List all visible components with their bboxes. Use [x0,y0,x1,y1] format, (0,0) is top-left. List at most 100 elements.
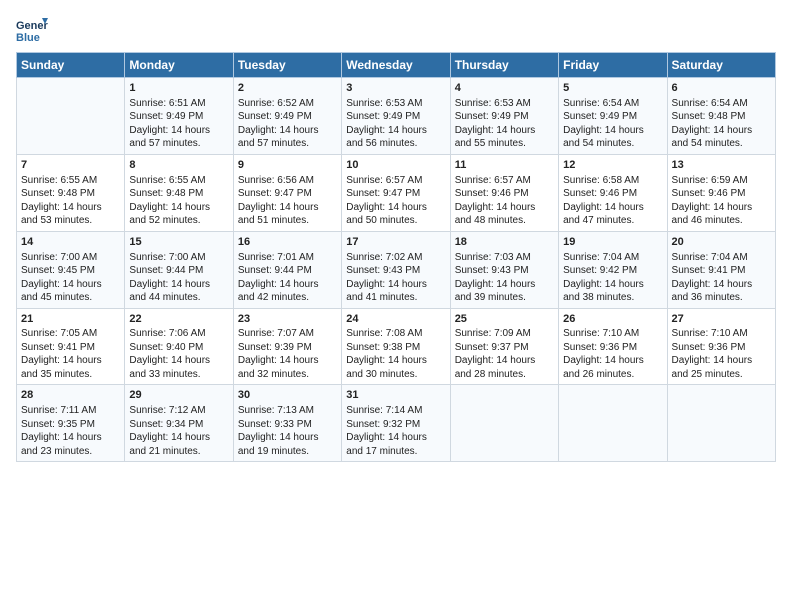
day-info-line: Sunset: 9:39 PM [238,341,337,355]
calendar-cell: 17Sunrise: 7:02 AMSunset: 9:43 PMDayligh… [342,231,450,308]
day-number: 26 [563,312,662,327]
day-info-line: Sunset: 9:41 PM [672,264,771,278]
day-info-line: Sunset: 9:44 PM [238,264,337,278]
calendar-cell: 27Sunrise: 7:10 AMSunset: 9:36 PMDayligh… [667,308,775,385]
day-info-line: Sunset: 9:48 PM [129,187,228,201]
day-number: 25 [455,312,554,327]
calendar-cell: 15Sunrise: 7:00 AMSunset: 9:44 PMDayligh… [125,231,233,308]
day-info-line: and 35 minutes. [21,368,120,382]
day-number: 24 [346,312,445,327]
day-info-line: Sunset: 9:41 PM [21,341,120,355]
calendar-cell: 30Sunrise: 7:13 AMSunset: 9:33 PMDayligh… [233,385,341,462]
day-info-line: Daylight: 14 hours [672,201,771,215]
day-info-line: Sunset: 9:37 PM [455,341,554,355]
day-info-line: Sunset: 9:32 PM [346,418,445,432]
header-cell-wednesday: Wednesday [342,53,450,78]
day-info-line: Sunrise: 6:54 AM [563,97,662,111]
day-info-line: Sunset: 9:49 PM [129,110,228,124]
day-info-line: Daylight: 14 hours [563,124,662,138]
logo-svg: General Blue [16,16,48,48]
day-number: 3 [346,81,445,96]
calendar-cell: 12Sunrise: 6:58 AMSunset: 9:46 PMDayligh… [559,154,667,231]
day-info-line: Sunrise: 6:53 AM [455,97,554,111]
day-info-line: and 32 minutes. [238,368,337,382]
day-info-line: Daylight: 14 hours [21,278,120,292]
day-info-line: Sunset: 9:43 PM [455,264,554,278]
day-number: 1 [129,81,228,96]
calendar-cell: 3Sunrise: 6:53 AMSunset: 9:49 PMDaylight… [342,78,450,155]
day-number: 27 [672,312,771,327]
day-number: 2 [238,81,337,96]
calendar-cell [559,385,667,462]
day-info-line: and 45 minutes. [21,291,120,305]
day-info-line: Sunset: 9:36 PM [672,341,771,355]
header-cell-friday: Friday [559,53,667,78]
day-info-line: Sunset: 9:35 PM [21,418,120,432]
day-info-line: Sunrise: 7:05 AM [21,327,120,341]
calendar-cell: 1Sunrise: 6:51 AMSunset: 9:49 PMDaylight… [125,78,233,155]
day-info-line: Daylight: 14 hours [455,201,554,215]
day-info-line: and 26 minutes. [563,368,662,382]
day-number: 7 [21,158,120,173]
day-info-line: Daylight: 14 hours [129,124,228,138]
header-cell-saturday: Saturday [667,53,775,78]
calendar-table: SundayMondayTuesdayWednesdayThursdayFrid… [16,52,776,462]
day-info-line: Sunset: 9:40 PM [129,341,228,355]
calendar-header: SundayMondayTuesdayWednesdayThursdayFrid… [17,53,776,78]
day-info-line: and 39 minutes. [455,291,554,305]
day-info-line: Sunrise: 7:00 AM [129,251,228,265]
day-info-line: Daylight: 14 hours [563,201,662,215]
day-info-line: Daylight: 14 hours [21,354,120,368]
day-info-line: Sunrise: 6:53 AM [346,97,445,111]
calendar-cell [667,385,775,462]
header-row: SundayMondayTuesdayWednesdayThursdayFrid… [17,53,776,78]
day-info-line: and 57 minutes. [238,137,337,151]
day-info-line: Sunset: 9:48 PM [21,187,120,201]
calendar-cell: 31Sunrise: 7:14 AMSunset: 9:32 PMDayligh… [342,385,450,462]
calendar-row: 7Sunrise: 6:55 AMSunset: 9:48 PMDaylight… [17,154,776,231]
day-number: 23 [238,312,337,327]
day-info-line: Daylight: 14 hours [346,124,445,138]
calendar-cell [450,385,558,462]
day-number: 5 [563,81,662,96]
day-info-line: Sunrise: 6:56 AM [238,174,337,188]
day-info-line: Sunrise: 6:51 AM [129,97,228,111]
calendar-cell: 18Sunrise: 7:03 AMSunset: 9:43 PMDayligh… [450,231,558,308]
header-cell-thursday: Thursday [450,53,558,78]
day-info-line: Sunrise: 7:14 AM [346,404,445,418]
day-info-line: and 17 minutes. [346,445,445,459]
day-info-line: Daylight: 14 hours [455,278,554,292]
calendar-cell: 16Sunrise: 7:01 AMSunset: 9:44 PMDayligh… [233,231,341,308]
day-info-line: Daylight: 14 hours [346,201,445,215]
calendar-cell: 24Sunrise: 7:08 AMSunset: 9:38 PMDayligh… [342,308,450,385]
day-info-line: Daylight: 14 hours [129,278,228,292]
calendar-cell: 13Sunrise: 6:59 AMSunset: 9:46 PMDayligh… [667,154,775,231]
day-info-line: Daylight: 14 hours [672,354,771,368]
calendar-cell: 14Sunrise: 7:00 AMSunset: 9:45 PMDayligh… [17,231,125,308]
day-info-line: Sunset: 9:46 PM [455,187,554,201]
day-number: 22 [129,312,228,327]
day-info-line: Sunrise: 6:57 AM [346,174,445,188]
day-info-line: Daylight: 14 hours [238,431,337,445]
day-info-line: and 33 minutes. [129,368,228,382]
day-number: 11 [455,158,554,173]
calendar-cell: 28Sunrise: 7:11 AMSunset: 9:35 PMDayligh… [17,385,125,462]
day-info-line: Sunrise: 6:54 AM [672,97,771,111]
day-info-line: and 30 minutes. [346,368,445,382]
day-info-line: Sunset: 9:49 PM [238,110,337,124]
day-number: 31 [346,388,445,403]
day-info-line: and 23 minutes. [21,445,120,459]
calendar-body: 1Sunrise: 6:51 AMSunset: 9:49 PMDaylight… [17,78,776,462]
svg-text:Blue: Blue [16,32,40,44]
day-info-line: and 19 minutes. [238,445,337,459]
day-info-line: Sunrise: 7:13 AM [238,404,337,418]
calendar-cell: 2Sunrise: 6:52 AMSunset: 9:49 PMDaylight… [233,78,341,155]
day-info-line: and 48 minutes. [455,214,554,228]
day-number: 19 [563,235,662,250]
calendar-cell: 20Sunrise: 7:04 AMSunset: 9:41 PMDayligh… [667,231,775,308]
day-info-line: Sunset: 9:46 PM [563,187,662,201]
header-cell-sunday: Sunday [17,53,125,78]
calendar-cell: 21Sunrise: 7:05 AMSunset: 9:41 PMDayligh… [17,308,125,385]
day-info-line: and 41 minutes. [346,291,445,305]
day-info-line: Sunrise: 7:04 AM [563,251,662,265]
